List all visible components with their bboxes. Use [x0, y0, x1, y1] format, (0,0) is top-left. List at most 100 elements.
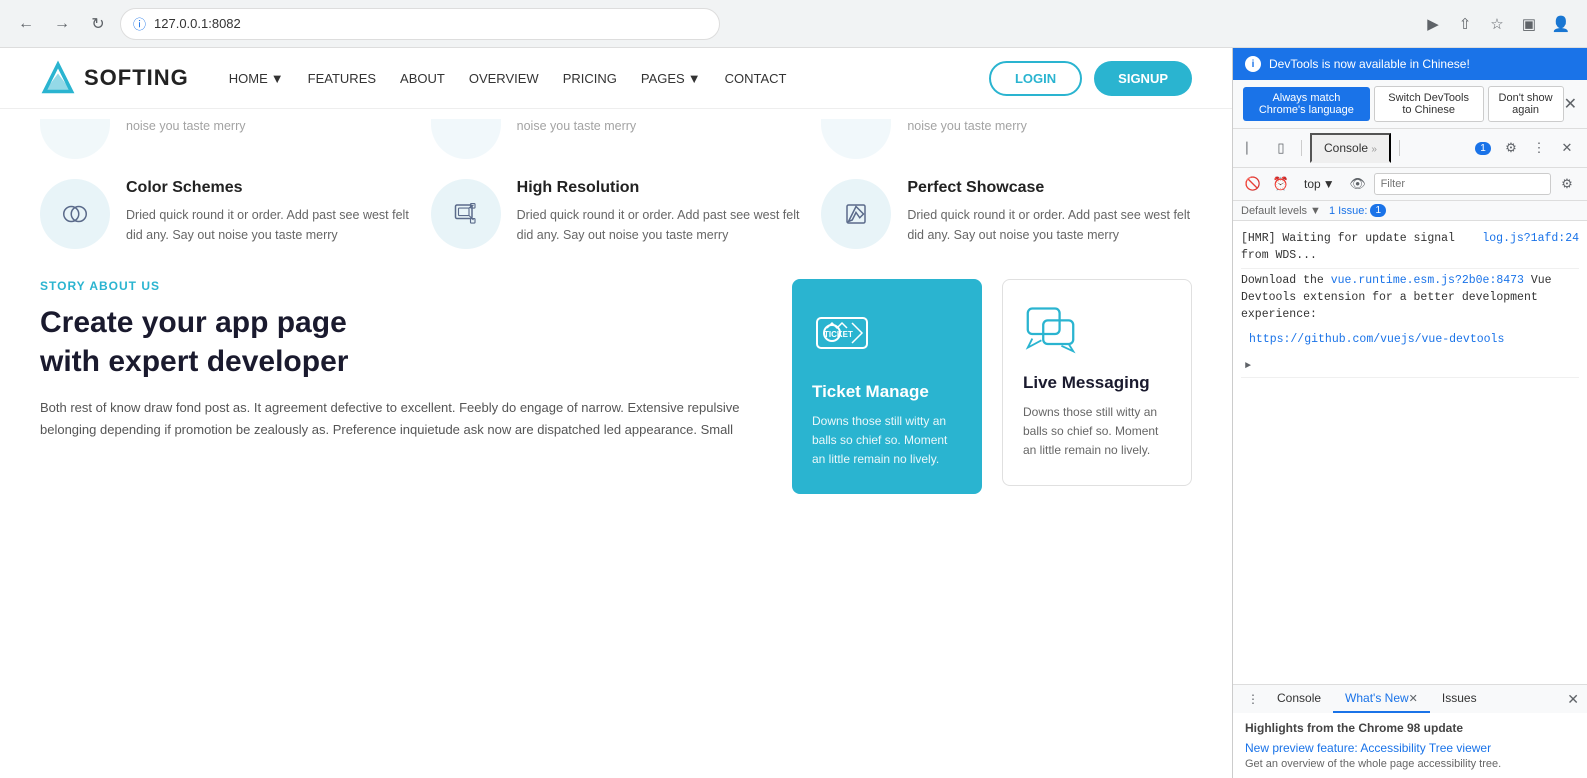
console-tab-button[interactable]: Console » — [1310, 133, 1391, 163]
browser-right-icons: ▶ ⇧ ☆ ▣ 👤 — [1419, 10, 1575, 38]
devtools-prohibit-icon[interactable]: 🚫 — [1241, 172, 1265, 196]
match-chrome-language-button[interactable]: Always match Chrome's language — [1243, 87, 1370, 121]
logo-text: SOFTING — [84, 65, 189, 91]
nav-contact[interactable]: CONTACT — [725, 71, 787, 86]
console-entry-vue: Download the vue.runtime.esm.js?2b0e:847… — [1241, 269, 1579, 378]
default-levels-icon: ▼ — [1310, 205, 1321, 217]
perfect-showcase-icon — [841, 199, 871, 229]
console-entry-hmr: [HMR] Waiting for update signal from WDS… — [1241, 227, 1579, 269]
devtools-cursor-icon[interactable]: ⎸ — [1241, 136, 1265, 160]
partial-feature-3: noise you taste merry — [821, 119, 1192, 159]
color-schemes-icon — [60, 199, 90, 229]
main-layout: SOFTING HOME ▼ FEATURES ABOUT OVERVIEW P… — [0, 48, 1587, 778]
messaging-card-title: Live Messaging — [1023, 373, 1171, 393]
navbar: SOFTING HOME ▼ FEATURES ABOUT OVERVIEW P… — [0, 48, 1232, 109]
devtools-settings2-icon[interactable]: ⚙ — [1555, 172, 1579, 196]
partial-desc-3: noise you taste merry — [907, 119, 1027, 133]
devtools-more-icon[interactable]: ⋮ — [1527, 136, 1551, 160]
home-dropdown-icon: ▼ — [271, 71, 284, 86]
notification-text: DevTools is now available in Chinese! — [1269, 57, 1470, 71]
devtools-settings-icon[interactable]: ⚙ — [1499, 136, 1523, 160]
vue-expand[interactable]: ► — [1241, 357, 1579, 374]
top-context-dropdown[interactable]: top ▼ — [1297, 174, 1342, 194]
perfect-showcase-text: Perfect Showcase Dried quick round it or… — [907, 179, 1192, 245]
default-levels-dropdown[interactable]: Default levels ▼ — [1241, 205, 1321, 217]
issues-bottom-tab[interactable]: Issues — [1430, 685, 1489, 713]
messaging-card: Live Messaging Downs those still witty a… — [1002, 279, 1192, 486]
default-levels-label: Default levels — [1241, 205, 1307, 217]
logo: SOFTING — [40, 60, 189, 96]
color-schemes-desc: Dried quick round it or order. Add past … — [126, 205, 411, 245]
devtools-whatsnew: Highlights from the Chrome 98 update New… — [1233, 713, 1587, 778]
messaging-card-desc: Downs those still witty an balls so chie… — [1023, 403, 1171, 461]
info-icon: i — [1245, 56, 1261, 72]
hmr-link[interactable]: log.js?1afd:24 — [1482, 230, 1579, 265]
high-resolution-desc: Dried quick round it or order. Add past … — [517, 205, 802, 245]
address-bar[interactable]: ⓘ 127.0.0.1:8082 — [120, 8, 720, 40]
nav-pages[interactable]: PAGES ▼ — [641, 71, 701, 86]
color-schemes-icon-circle — [40, 179, 110, 249]
dt-separator-1 — [1301, 140, 1302, 156]
filter-input[interactable] — [1374, 173, 1551, 195]
messaging-icon — [1023, 304, 1078, 354]
perfect-showcase-desc: Dried quick round it or order. Add past … — [907, 205, 1192, 245]
pages-dropdown-icon: ▼ — [688, 71, 701, 86]
back-button[interactable]: ← — [12, 10, 40, 38]
login-button[interactable]: LOGIN — [989, 61, 1082, 96]
devtools-close-panel-icon[interactable]: ✕ — [1555, 136, 1579, 160]
signup-button[interactable]: SIGNUP — [1094, 61, 1192, 96]
reload-button[interactable]: ↻ — [84, 10, 112, 38]
vue-devtools-link[interactable]: https://github.com/vuejs/vue-devtools — [1249, 333, 1504, 346]
ticket-icon: TICKET — [812, 303, 872, 363]
expand-icon: ► — [1245, 361, 1251, 372]
high-resolution-title: High Resolution — [517, 179, 802, 197]
dt-separator-2 — [1399, 140, 1400, 156]
top-label: top — [1304, 177, 1321, 191]
devtools-toolbar-2: 🚫 ⏰ top ▼ 👁 ⚙ — [1233, 168, 1587, 201]
url-text: 127.0.0.1:8082 — [154, 16, 241, 31]
nav-about[interactable]: ABOUT — [400, 71, 445, 86]
story-left: STORY ABOUT US Create your app pagewith … — [40, 279, 772, 441]
devtools-toolbar-1: ⎸ ▯ Console » 1 ⚙ ⋮ ✕ — [1233, 129, 1587, 168]
feature-perfect-showcase: Perfect Showcase Dried quick round it or… — [821, 179, 1192, 249]
nav-pricing[interactable]: PRICING — [563, 71, 617, 86]
nav-buttons: LOGIN SIGNUP — [989, 61, 1192, 96]
devtools-badge-icon[interactable]: 1 — [1471, 136, 1495, 160]
devtools-device-icon[interactable]: ▯ — [1269, 136, 1293, 160]
extension-icon[interactable]: ▣ — [1515, 10, 1543, 38]
partial-feature-1: noise you taste merry — [40, 119, 411, 159]
console-bottom-tab[interactable]: Console — [1265, 685, 1333, 713]
vue-runtime-link[interactable]: vue.runtime.esm.js?2b0e:8473 — [1331, 274, 1524, 287]
nav-overview[interactable]: OVERVIEW — [469, 71, 539, 86]
nav-features[interactable]: FEATURES — [308, 71, 376, 86]
whatsnew-link[interactable]: New preview feature: Accessibility Tree … — [1245, 741, 1491, 755]
story-text: Both rest of know draw fond post as. It … — [40, 397, 752, 441]
share-icon[interactable]: ⇧ — [1451, 10, 1479, 38]
forward-button[interactable]: → — [48, 10, 76, 38]
profile-icon[interactable]: 👤 — [1547, 10, 1575, 38]
vue-entry-row: Download the vue.runtime.esm.js?2b0e:847… — [1241, 272, 1579, 324]
hmr-text: [HMR] Waiting for update signal from WDS… — [1241, 230, 1474, 265]
partial-desc-1: noise you taste merry — [126, 119, 246, 133]
high-resolution-icon-circle — [431, 179, 501, 249]
bookmark-icon[interactable]: ☆ — [1483, 10, 1511, 38]
devtools-panel: i DevTools is now available in Chinese! … — [1232, 48, 1587, 778]
devtools-notification-close-button[interactable]: ✕ — [1564, 94, 1577, 114]
ticket-card-desc: Downs those still witty an balls so chie… — [812, 412, 962, 470]
switch-devtools-chinese-button[interactable]: Switch DevTools to Chinese — [1374, 86, 1484, 122]
logo-icon — [40, 60, 76, 96]
whatsnew-bottom-tab[interactable]: What's New ✕ — [1333, 685, 1430, 713]
devtools-eye-icon[interactable]: 👁 — [1346, 172, 1370, 196]
story-tag: STORY ABOUT US — [40, 279, 752, 293]
devtools-close-all-button[interactable]: ✕ — [1567, 691, 1579, 708]
devtools-clock-icon[interactable]: ⏰ — [1269, 172, 1293, 196]
feature-high-resolution: High Resolution Dried quick round it or … — [431, 179, 802, 249]
perfect-showcase-title: Perfect Showcase — [907, 179, 1192, 197]
webpage: SOFTING HOME ▼ FEATURES ABOUT OVERVIEW P… — [0, 48, 1232, 778]
nav-home[interactable]: HOME ▼ — [229, 71, 284, 86]
devtools-issues-bar: Default levels ▼ 1 Issue: 1 — [1233, 201, 1587, 221]
devtools-bottom-more-icon[interactable]: ⋮ — [1241, 685, 1265, 713]
whatsnew-close-button[interactable]: ✕ — [1409, 692, 1418, 705]
dont-show-again-button[interactable]: Don't show again — [1488, 86, 1564, 122]
screen-cast-icon[interactable]: ▶ — [1419, 10, 1447, 38]
